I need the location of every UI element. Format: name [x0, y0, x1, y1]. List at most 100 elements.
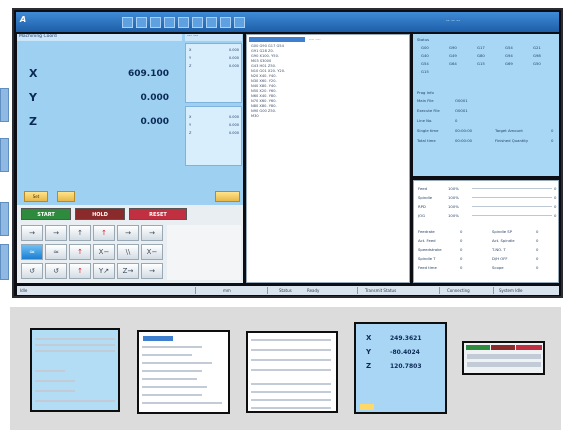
- thumb-value: 120.7803: [390, 363, 422, 370]
- axis-z-value: 0.000: [140, 117, 169, 127]
- jog-button[interactable]: ↑: [69, 263, 91, 279]
- param-label: Act. Spindle: [492, 238, 515, 243]
- override-slider[interactable]: [472, 206, 552, 207]
- toolbar-button[interactable]: [192, 17, 203, 28]
- coord-header-right: --- ---: [185, 34, 242, 41]
- start-button[interactable]: START: [21, 208, 71, 220]
- side-tab[interactable]: [0, 202, 9, 236]
- screenshot-stage: A -- -- -- Machining Coord --- --- X 609…: [0, 0, 574, 439]
- toolbar-button[interactable]: [150, 17, 161, 28]
- connect-label: Connecting: [447, 288, 470, 293]
- jog-button[interactable]: ↑: [69, 244, 91, 260]
- side-tab[interactable]: [0, 138, 9, 172]
- coord-set-button[interactable]: Set: [24, 191, 48, 202]
- jog-button[interactable]: ↑: [93, 225, 115, 241]
- thumb-line: [35, 390, 75, 392]
- coordinate-panel: Machining Coord --- --- X 609.100 Y 0.00…: [17, 34, 243, 205]
- jog-button[interactable]: \\: [117, 244, 139, 260]
- param-label: Spindle SP: [492, 229, 512, 234]
- axis-y-label: Y: [29, 91, 37, 104]
- thumb-highlight: [143, 336, 173, 341]
- toolbar-button[interactable]: [164, 17, 175, 28]
- axis-x-value: 609.100: [128, 69, 169, 79]
- sub-row: X 0.000: [189, 48, 239, 52]
- toolbar-button[interactable]: [178, 17, 189, 28]
- thumbnail-coords[interactable]: X 249.3621 Y -80.4024 Z 120.7803: [354, 322, 447, 414]
- toolbar-button[interactable]: [122, 17, 133, 28]
- window-title-right: -- -- --: [446, 18, 461, 24]
- bar-value: 100%: [448, 213, 459, 218]
- unit-text: mm: [223, 288, 231, 293]
- mode-text: Idle: [20, 288, 28, 293]
- control-buttons: START HOLD RESET → → ↑ ↑ → → ≈ ≈ ↑ X− \\…: [17, 205, 243, 283]
- jog-button[interactable]: Z→: [117, 263, 139, 279]
- param-value: 0: [536, 265, 539, 270]
- param-value: 0: [460, 238, 463, 243]
- coord-button[interactable]: [57, 191, 75, 202]
- gcode: G64: [449, 61, 457, 66]
- jog-button[interactable]: ↑: [69, 225, 91, 241]
- bar-value: 100%: [448, 186, 459, 191]
- thumbnail-status[interactable]: [30, 328, 120, 412]
- gcode: G94: [505, 53, 513, 58]
- info-label: Line No.: [417, 118, 433, 123]
- bar-end: 0: [554, 213, 557, 218]
- jog-button[interactable]: →: [117, 225, 139, 241]
- detail-thumbnails: X 249.3621 Y -80.4024 Z 120.7803: [10, 307, 561, 430]
- bar-value: 100%: [448, 204, 459, 209]
- jog-button[interactable]: ↺: [21, 263, 43, 279]
- gcode: G21: [533, 45, 541, 50]
- jog-button[interactable]: →: [45, 225, 67, 241]
- override-slider[interactable]: [472, 188, 552, 189]
- thumb-line: [142, 402, 222, 404]
- thumb-line: [467, 362, 541, 367]
- toolbar-button[interactable]: [136, 17, 147, 28]
- thumbnail-program[interactable]: [137, 330, 230, 414]
- hold-button[interactable]: HOLD: [75, 208, 125, 220]
- thumb-line: [142, 386, 207, 388]
- override-slider[interactable]: [472, 215, 552, 216]
- jog-button[interactable]: →: [21, 225, 43, 241]
- thumb-reset: [516, 345, 542, 350]
- thumb-line: [251, 391, 331, 393]
- info-value: 00:00:00: [455, 128, 473, 133]
- thumbnail-table[interactable]: [246, 331, 338, 413]
- jog-button[interactable]: X−: [93, 244, 115, 260]
- bar-end: 0: [554, 186, 557, 191]
- info-value: O0001: [455, 108, 468, 113]
- param-value: 0: [460, 265, 463, 270]
- gcode: G90: [449, 45, 457, 50]
- toolbar-button[interactable]: [206, 17, 217, 28]
- jog-button[interactable]: →: [141, 225, 163, 241]
- jog-button[interactable]: ↺: [45, 263, 67, 279]
- jog-button[interactable]: X−: [141, 244, 163, 260]
- bar-label: Feed: [418, 186, 428, 191]
- param-label: Scope: [492, 265, 504, 270]
- override-slider[interactable]: [472, 197, 552, 198]
- sub-row: Y 0.000: [189, 123, 239, 127]
- bar-end: 0: [554, 195, 557, 200]
- thumb-line: [142, 346, 202, 348]
- gcode: G17: [477, 45, 485, 50]
- jog-button[interactable]: ≈: [21, 244, 43, 260]
- reset-button[interactable]: RESET: [129, 208, 187, 220]
- toolbar-button[interactable]: [234, 17, 245, 28]
- toolbar-button[interactable]: [220, 17, 231, 28]
- jog-button[interactable]: Y↗: [93, 263, 115, 279]
- thumb-line: [35, 344, 115, 346]
- jog-button[interactable]: ≈: [45, 244, 67, 260]
- sub-row: Z 0.000: [189, 131, 239, 135]
- side-tab[interactable]: [0, 88, 9, 122]
- prog-info-header: Prog Info: [417, 90, 434, 95]
- info-label: Total time: [417, 138, 436, 143]
- side-tab[interactable]: [0, 244, 9, 280]
- status-value: Ready: [307, 288, 320, 293]
- jog-button[interactable]: →: [141, 263, 163, 279]
- thumb-line: [35, 350, 115, 352]
- thumb-value: 249.3621: [390, 335, 422, 342]
- param-value: 0: [460, 256, 463, 261]
- thumb-line: [142, 354, 192, 356]
- thumb-line: [142, 394, 202, 396]
- thumbnail-buttons[interactable]: [462, 341, 545, 375]
- coord-right-button[interactable]: [215, 191, 240, 202]
